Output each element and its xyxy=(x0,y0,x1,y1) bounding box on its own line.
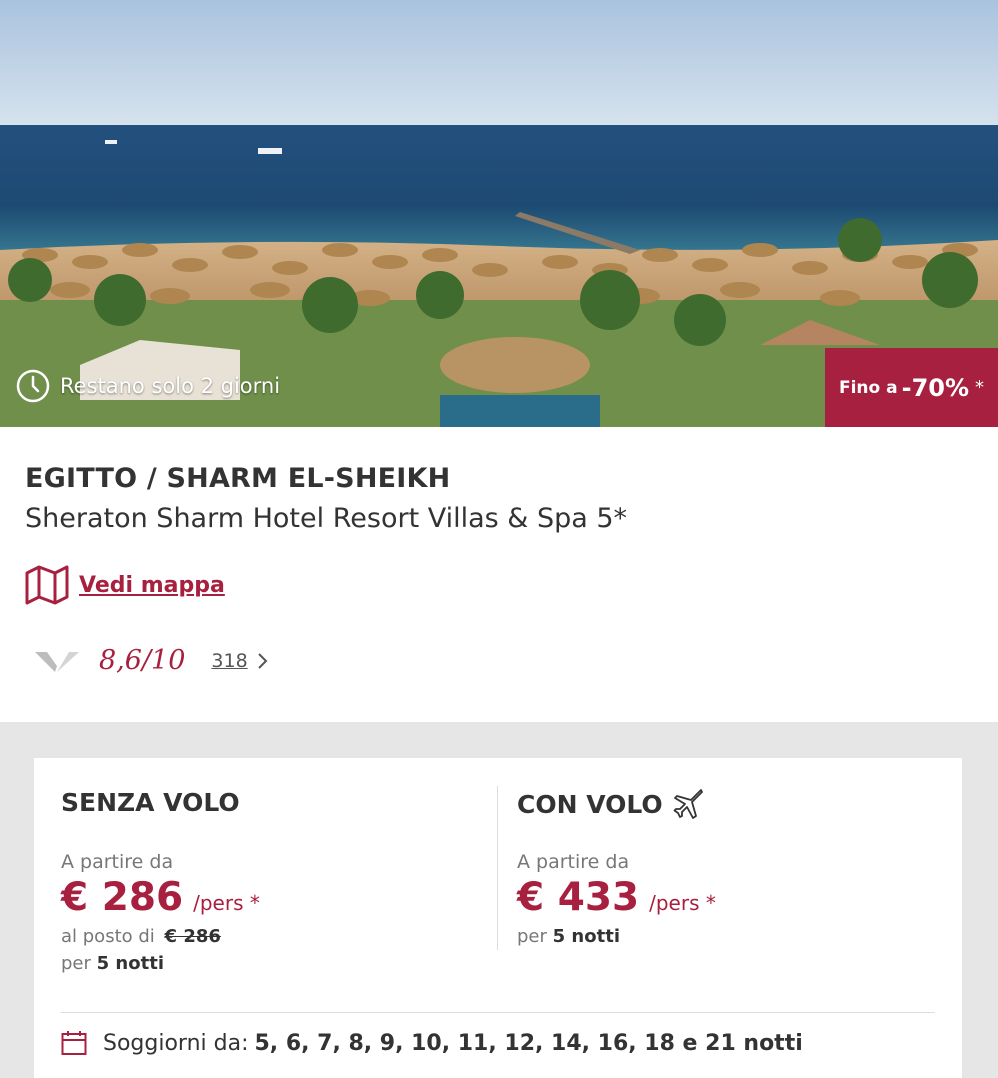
per-person: /pers * xyxy=(649,891,716,915)
prices-section: SENZA VOLO A partire da € 286 /pers * al… xyxy=(0,722,998,1078)
offer-title: SENZA VOLO xyxy=(61,788,240,817)
view-map-label[interactable]: Vedi mappa xyxy=(79,573,225,598)
nights-info: per 5 notti xyxy=(61,953,164,974)
stays-label: Soggiorni da: 5, 6, 7, 8, 9, 10, 11, 12, … xyxy=(103,1031,803,1056)
view-map-link[interactable]: Vedi mappa xyxy=(25,565,225,605)
destination-title: EGITTO / SHARM EL-SHEIKH xyxy=(25,463,451,494)
plane-icon xyxy=(673,789,703,819)
clock-icon xyxy=(16,369,50,403)
nights: 5 notti xyxy=(96,953,164,974)
countdown-text: Restano solo 2 giorni xyxy=(60,374,281,398)
rating-row: 8,6/10 318 xyxy=(33,645,268,676)
per-person: /pers * xyxy=(193,891,260,915)
instead-price: € 286 xyxy=(164,926,221,947)
map-icon xyxy=(25,565,69,605)
stays-label-text: Soggiorni da: xyxy=(103,1030,249,1056)
nights-info: per 5 notti xyxy=(517,926,620,947)
section-divider xyxy=(61,1012,935,1013)
from-label: A partire da xyxy=(517,851,630,873)
hotel-name: Sheraton Sharm Hotel Resort Villas & Spa… xyxy=(25,503,628,534)
calendar-icon xyxy=(61,1031,87,1055)
price: € 433 xyxy=(517,875,640,920)
discount-star: * xyxy=(975,377,985,398)
price-row: € 286 /pers * xyxy=(61,875,260,920)
offer-title-label: CON VOLO xyxy=(517,789,663,819)
price: € 286 xyxy=(61,875,184,920)
nights: 5 notti xyxy=(552,926,620,947)
instead-label: al posto di xyxy=(61,926,155,947)
offer-title-with-flight: CON VOLO xyxy=(517,788,705,820)
from-label: A partire da xyxy=(61,851,174,873)
hotel-info: EGITTO / SHARM EL-SHEIKH Sheraton Sharm … xyxy=(0,427,998,722)
chevron-right-icon[interactable] xyxy=(256,652,268,670)
per-label: per xyxy=(61,953,91,974)
rating-score: 8,6/10 xyxy=(99,645,186,676)
instead-of: al posto di € 286 xyxy=(61,926,221,947)
discount-badge: Fino a -70% * xyxy=(825,348,998,427)
per-label: per xyxy=(517,926,547,947)
countdown-badge: Restano solo 2 giorni xyxy=(16,369,280,403)
review-logo-icon xyxy=(35,651,79,672)
price-card: SENZA VOLO A partire da € 286 /pers * al… xyxy=(34,758,962,1078)
hero-image: Restano solo 2 giorni Fino a -70% * xyxy=(0,0,998,427)
column-divider xyxy=(497,786,498,950)
stays-info: Soggiorni da: 5, 6, 7, 8, 9, 10, 11, 12, … xyxy=(61,1030,803,1056)
stays-nights: 5, 6, 7, 8, 9, 10, 11, 12, 14, 16, 18 e … xyxy=(254,1030,803,1056)
discount-prefix: Fino a xyxy=(838,377,898,398)
reviews-count-link[interactable]: 318 xyxy=(211,650,247,672)
price-row: € 433 /pers * xyxy=(517,875,716,920)
discount-value: -70% xyxy=(901,373,970,402)
